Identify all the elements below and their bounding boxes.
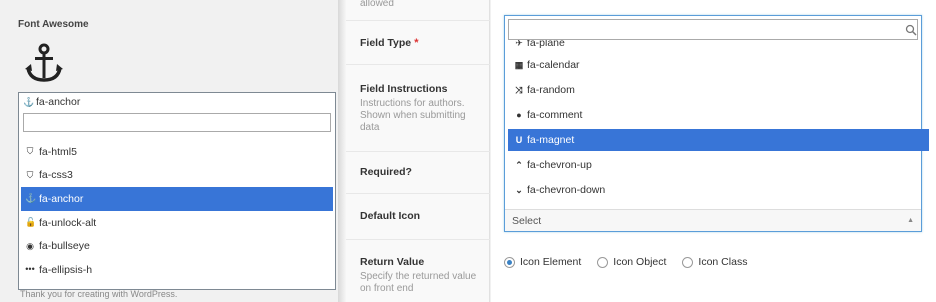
return-value-row: Return Value Specify the returned value …: [346, 240, 490, 302]
default-icon-row: Default Icon: [346, 194, 490, 240]
radio-button[interactable]: [682, 256, 694, 268]
icon-option-label: fa-anchor: [39, 192, 84, 205]
return-value-label: Return Value: [360, 256, 425, 268]
radio-button[interactable]: [597, 256, 609, 268]
default-icon-option-label: fa-chevron-down: [527, 184, 606, 196]
allowed-row: allowed: [346, 0, 490, 21]
icon-select[interactable]: ⚓ fa-anchor ⛉ fa-html5 ⛉ fa-css3 ⚓ fa-anchor 🔓…: [18, 92, 336, 290]
anchor-icon: ⚓: [25, 193, 37, 204]
magnet-icon: U: [515, 134, 523, 145]
required-mark: *: [414, 37, 419, 49]
default-icon-option-label: fa-calendar: [527, 59, 580, 71]
radio-label: Icon Object: [613, 256, 667, 268]
icon-option-label: fa-bullseye: [39, 240, 90, 253]
icon-option[interactable]: 🔓 fa-unlock-alt: [19, 211, 335, 235]
field-settings-content: ✈ fa-plane ▦ fa-calendar ⤨ fa-random ● fa-com…: [491, 0, 936, 302]
field-instructions-row: Field Instructions Instructions for auth…: [346, 65, 490, 152]
icon-select-current[interactable]: ⚓ fa-anchor: [19, 93, 335, 111]
unlock-alt-icon: 🔓: [25, 217, 37, 228]
ellipsis-h-icon: •••: [25, 264, 35, 275]
return-value-radios: Icon Element Icon Object Icon Class: [504, 256, 747, 268]
chevron-up-icon: ⌃: [515, 159, 523, 170]
default-icon-option-label: fa-random: [527, 84, 575, 96]
radio-label: Icon Element: [520, 256, 582, 268]
field-instructions-label: Field Instructions: [360, 83, 448, 95]
panel-divider: [338, 0, 346, 302]
icon-option[interactable]: ⛉ fa-html5: [19, 140, 335, 164]
default-icon-select[interactable]: Select ▲: [505, 209, 921, 231]
chevron-down-icon: ⌄: [515, 184, 523, 195]
default-icon-option-label: fa-chevron-up: [527, 159, 592, 171]
default-icon-search-input[interactable]: [508, 19, 918, 40]
icon-option-label: fa-css3: [39, 169, 73, 182]
panel-title: Font Awesome: [18, 19, 89, 30]
required-row: Required?: [346, 152, 490, 194]
field-labels-column: allowed Field Type * Field Instructions …: [346, 0, 490, 302]
icon-select-value: fa-anchor: [36, 96, 81, 108]
anchor-icon: [25, 43, 63, 82]
icon-option-label: fa-ellipsis-h: [39, 263, 93, 276]
radio-button[interactable]: [504, 256, 515, 268]
icon-option[interactable]: ⛉ fa-css3: [19, 164, 335, 188]
return-value-radio[interactable]: Icon Object: [597, 256, 666, 268]
field-instructions-desc: Instructions for authors. Shown when sub…: [360, 98, 466, 133]
return-value-radio[interactable]: Icon Element: [504, 256, 581, 268]
search-icon: [905, 24, 917, 36]
calendar-icon: ▦: [514, 59, 524, 70]
default-icon-select-value: Select: [512, 214, 542, 227]
html5-icon: ⛉: [26, 146, 34, 157]
icon-options-list: ⛉ fa-html5 ⛉ fa-css3 ⚓ fa-anchor 🔓 fa-unlock-al…: [19, 140, 335, 282]
bullseye-icon: ◉: [26, 240, 34, 251]
random-icon: ⤨: [515, 84, 523, 95]
font-awesome-preview-panel: Font Awesome ⚓ fa-anchor ⛉ fa-html5 ⛉ fa-cs…: [0, 0, 338, 302]
partial-option[interactable]: ✈ fa-plane: [514, 40, 565, 49]
css3-icon: ⛉: [26, 169, 34, 180]
icon-option[interactable]: ••• fa-ellipsis-h: [19, 258, 335, 282]
default-icon-option[interactable]: ⌃ fa-chevron-up: [508, 154, 929, 176]
default-icon-dropdown[interactable]: ✈ fa-plane ▦ fa-calendar ⤨ fa-random ● fa-com…: [504, 15, 929, 232]
partial-option-label: fa-plane: [526, 40, 565, 49]
default-icon-option[interactable]: ⌄ fa-chevron-down: [508, 179, 929, 201]
plane-icon: ✈: [515, 40, 523, 48]
icon-option[interactable]: ⚓ fa-anchor: [21, 187, 333, 211]
icon-option[interactable]: ◉ fa-bullseye: [19, 234, 335, 258]
default-icon-label: Default Icon: [360, 210, 421, 222]
radio-label: Icon Class: [698, 256, 748, 268]
icon-search-input[interactable]: [23, 113, 331, 132]
caret-up-icon: ▲: [907, 217, 914, 224]
default-icon-option[interactable]: ▦ fa-calendar: [508, 54, 929, 76]
default-icon-option-label: fa-comment: [527, 109, 583, 121]
allowed-text: allowed: [360, 0, 394, 9]
default-icon-options-list: ✈ fa-plane ▦ fa-calendar ⤨ fa-random ● fa-com…: [508, 40, 929, 208]
default-icon-option[interactable]: Ufa-magnet: [508, 129, 929, 151]
anchor-icon: ⚓: [23, 96, 35, 107]
return-value-desc: Specify the returned value on front end: [360, 271, 477, 294]
icon-option-label: fa-unlock-alt: [39, 216, 97, 229]
default-icon-option-label: fa-magnet: [527, 134, 575, 146]
field-type-label: Field Type: [360, 37, 412, 49]
icon-option-label: fa-html5: [39, 145, 77, 158]
required-label: Required?: [360, 166, 412, 178]
return-value-radio[interactable]: Icon Class: [682, 256, 747, 268]
default-icon-option[interactable]: ⤨ fa-random: [508, 79, 929, 101]
field-type-row: Field Type *: [346, 21, 490, 65]
default-icon-option[interactable]: ● fa-comment: [508, 104, 929, 126]
footer-text: Thank you for creating with WordPress.: [20, 289, 178, 299]
comment-icon: ●: [516, 109, 522, 120]
